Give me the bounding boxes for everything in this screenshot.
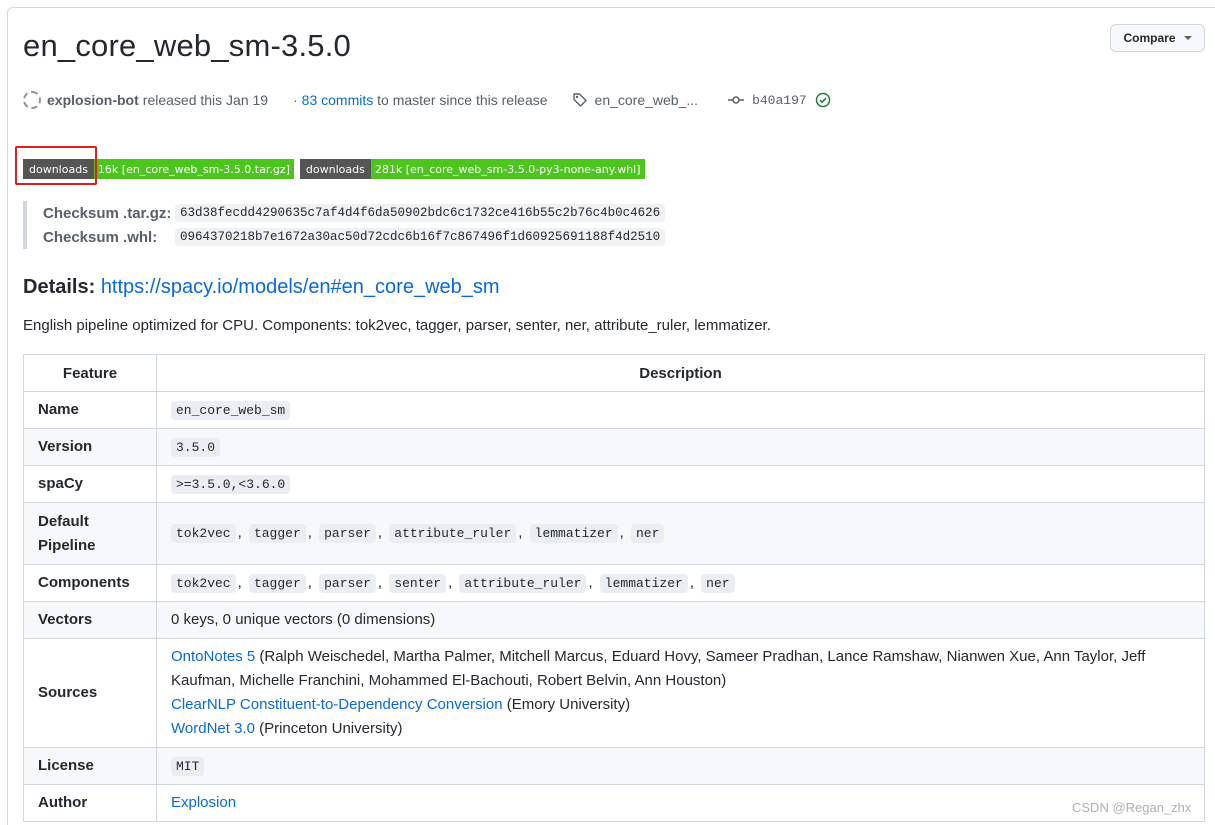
description-cell: en_core_web_sm	[156, 391, 1205, 429]
feature-label-line: Default	[38, 512, 89, 530]
badge-value: 16k [en_core_web_sm-3.5.0.tar.gz]	[93, 159, 294, 179]
description-cell: OntoNotes 5 (Ralph Weischedel, Martha Pa…	[156, 638, 1205, 748]
feature-name: Default Pipeline	[23, 502, 157, 565]
features-table: Feature Description Name en_core_web_sm …	[23, 354, 1205, 822]
description-cell: tok2vec, tagger, parser, attribute_ruler…	[156, 502, 1205, 565]
commits-prefix: ·	[293, 92, 298, 108]
badge-value: 281k [en_core_web_sm-3.5.0-py3-none-any.…	[370, 159, 645, 179]
commits-info: · 83 commits to master since this releas…	[293, 92, 547, 108]
feature-name: Sources	[23, 638, 157, 748]
code-pill: 3.5.0	[171, 437, 221, 457]
release-title: en_core_web_sm-3.5.0	[23, 28, 351, 63]
feature-name: spaCy	[23, 465, 157, 503]
description-cell: Explosion	[156, 784, 1205, 822]
table-header-row: Feature Description	[23, 354, 1205, 392]
details-link[interactable]: https://spacy.io/models/en#en_core_web_s…	[101, 276, 500, 298]
code-pill: MIT	[171, 756, 205, 776]
source-text: (Emory University)	[502, 696, 631, 713]
checksum-label: Checksum .whl:	[43, 228, 158, 246]
code-pill: lemmatizer	[529, 524, 618, 543]
checksum-label: Checksum .tar.gz:	[43, 204, 172, 222]
code-pill: tok2vec	[171, 524, 236, 543]
release-meta: explosion-bot released this Jan 19 · 83 …	[23, 89, 831, 111]
code-pill: tok2vec	[171, 573, 236, 593]
downloads-badge-whl[interactable]: downloads 281k [en_core_web_sm-3.5.0-py3…	[299, 159, 645, 179]
release-author[interactable]: explosion-bot	[47, 92, 139, 108]
description-cell: MIT	[156, 747, 1205, 785]
code-pill: tagger	[248, 573, 306, 593]
code-pill: tagger	[248, 524, 306, 543]
checksum-value: 63d38fecdd4290635c7af4d4f6da50902bdc6c17…	[175, 204, 666, 222]
table-row: Version 3.5.0	[23, 428, 1205, 466]
checksum-whl: Checksum .whl: 0964370218b7e1672a30ac50d…	[43, 225, 666, 249]
compare-label: Compare	[1123, 31, 1176, 45]
code-pill: ner	[631, 524, 665, 543]
code-pill: senter	[389, 573, 447, 593]
source-text: (Ralph Weischedel, Martha Palmer, Mitche…	[171, 648, 1146, 689]
check-circle-icon	[815, 92, 830, 108]
release-tag[interactable]: en_core_web_...	[572, 92, 699, 108]
header-feature: Feature	[23, 354, 157, 392]
tag-icon	[572, 93, 587, 107]
checksum-targz: Checksum .tar.gz: 63d38fecdd4290635c7af4…	[43, 201, 666, 225]
table-row: Author Explosion	[23, 784, 1205, 822]
feature-name: Version	[23, 428, 157, 466]
code-pill: parser	[319, 524, 376, 543]
download-badges: downloads 16k [en_core_web_sm-3.5.0.tar.…	[23, 159, 645, 179]
description-cell: >=3.5.0,<3.6.0	[156, 465, 1205, 503]
source-link-wordnet[interactable]: WordNet 3.0	[171, 720, 255, 737]
release-commit[interactable]: b40a197	[728, 92, 831, 108]
badge-label: downloads	[299, 159, 371, 179]
code-pill: attribute_ruler	[459, 573, 587, 593]
code-pill: ner	[701, 573, 735, 593]
released-text: released this Jan 19	[142, 92, 269, 108]
caret-down-icon	[1183, 36, 1192, 40]
table-row: Default Pipeline tok2vec, tagger, parser…	[23, 502, 1205, 565]
code-pill: >=3.5.0,<3.6.0	[171, 474, 291, 494]
details-label: Details:	[23, 276, 96, 298]
code-pill: parser	[319, 573, 376, 593]
code-pill: lemmatizer	[599, 573, 688, 593]
checksums: Checksum .tar.gz: 63d38fecdd4290635c7af4…	[23, 201, 666, 249]
details-heading: Details: https://spacy.io/models/en#en_c…	[23, 276, 500, 299]
model-description: English pipeline optimized for CPU. Comp…	[23, 317, 771, 334]
description-cell: tok2vec, tagger, parser, senter, attribu…	[156, 564, 1205, 602]
commit-icon	[728, 96, 745, 104]
table-row: Name en_core_web_sm	[23, 391, 1205, 429]
feature-label-line: Pipeline	[38, 536, 96, 554]
code-pill: attribute_ruler	[389, 524, 517, 543]
table-row: Vectors 0 keys, 0 unique vectors (0 dime…	[23, 601, 1205, 639]
checksum-value: 0964370218b7e1672a30ac50d72cdc6b16f7c867…	[175, 228, 666, 246]
table-row: spaCy >=3.5.0,<3.6.0	[23, 465, 1205, 503]
commits-suffix: to master since this release	[377, 92, 548, 108]
feature-name: Name	[23, 391, 157, 429]
commits-link[interactable]: 83 commits	[302, 92, 374, 108]
feature-name: Vectors	[23, 601, 157, 639]
feature-name: Components	[23, 564, 157, 602]
table-row: Sources OntoNotes 5 (Ralph Weischedel, M…	[23, 638, 1205, 748]
commit-sha: b40a197	[752, 92, 807, 108]
source-link-clearnlp[interactable]: ClearNLP Constituent-to-Dependency Conve…	[171, 696, 503, 713]
table-row: License MIT	[23, 747, 1205, 785]
source-text: (Princeton University)	[254, 720, 403, 737]
description-cell: 0 keys, 0 unique vectors (0 dimensions)	[156, 601, 1205, 639]
table-row: Components tok2vec, tagger, parser, sent…	[23, 564, 1205, 602]
highlight-annotation	[15, 146, 97, 185]
header-description: Description	[156, 354, 1205, 392]
watermark: CSDN @Regan_zhx	[1072, 800, 1192, 815]
author-link[interactable]: Explosion	[171, 794, 236, 811]
tag-name: en_core_web_...	[594, 92, 699, 108]
feature-name: License	[23, 747, 157, 785]
feature-name: Author	[23, 784, 157, 822]
avatar[interactable]	[23, 91, 41, 109]
description-cell: 3.5.0	[156, 428, 1205, 466]
code-pill: en_core_web_sm	[171, 400, 291, 420]
source-link-ontonotes[interactable]: OntoNotes 5	[171, 648, 255, 665]
compare-button[interactable]: Compare	[1110, 24, 1205, 52]
